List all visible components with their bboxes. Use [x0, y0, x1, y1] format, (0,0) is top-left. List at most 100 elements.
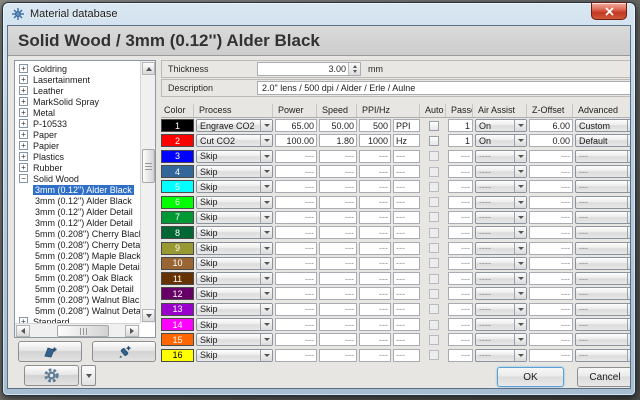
advanced-select[interactable]: ---: [575, 211, 631, 224]
air-assist-select[interactable]: ----: [475, 272, 527, 285]
process-select[interactable]: Skip: [196, 318, 273, 331]
add-pen-button[interactable]: [92, 341, 156, 362]
tree-item[interactable]: +Metal: [15, 107, 140, 118]
settings-button[interactable]: [24, 365, 79, 386]
advanced-select[interactable]: ---: [575, 165, 631, 178]
expand-toggle-icon[interactable]: +: [19, 75, 28, 84]
air-assist-select[interactable]: ----: [475, 196, 527, 209]
process-select[interactable]: Skip: [196, 211, 273, 224]
advanced-select[interactable]: ---: [575, 257, 631, 270]
process-select[interactable]: Cut CO2: [196, 134, 273, 147]
scroll-right-icon[interactable]: [125, 325, 139, 337]
process-select[interactable]: Skip: [196, 349, 273, 362]
process-select[interactable]: Skip: [196, 287, 273, 300]
tree-item[interactable]: +P-10533: [15, 118, 140, 129]
power-value[interactable]: 100.00: [275, 134, 317, 147]
scroll-down-icon[interactable]: [142, 309, 155, 322]
air-assist-select[interactable]: ----: [475, 226, 527, 239]
advanced-select[interactable]: ---: [575, 226, 631, 239]
add-material-button[interactable]: [18, 341, 82, 362]
tree-item[interactable]: +Standard: [15, 316, 140, 323]
process-select[interactable]: Skip: [196, 272, 273, 285]
advanced-select[interactable]: Custom: [575, 119, 631, 132]
close-button[interactable]: [591, 2, 627, 20]
power-value[interactable]: 65.00: [275, 119, 317, 132]
expand-toggle-icon[interactable]: +: [19, 130, 28, 139]
ok-button[interactable]: OK: [497, 367, 564, 387]
tree-item[interactable]: 5mm (0.208") Walnut Black: [15, 294, 140, 305]
expand-toggle-icon[interactable]: +: [19, 163, 28, 172]
process-select[interactable]: Skip: [196, 226, 273, 239]
tree-item[interactable]: 5mm (0.208") Cherry Black: [15, 228, 140, 239]
process-select[interactable]: Skip: [196, 242, 273, 255]
tree-item[interactable]: 5mm (0.208") Oak Detail: [15, 283, 140, 294]
speed-value[interactable]: 1.80: [319, 134, 357, 147]
tree-vertical-scrollbar[interactable]: [140, 61, 155, 323]
tree-item[interactable]: 5mm (0.208") Oak Black: [15, 272, 140, 283]
advanced-select[interactable]: Default: [575, 134, 631, 147]
tree-item[interactable]: 5mm (0.208") Walnut Detai: [15, 305, 140, 316]
auto-checkbox[interactable]: [429, 121, 439, 131]
speed-value[interactable]: 50.00: [319, 119, 357, 132]
thickness-value[interactable]: 3.00: [258, 64, 348, 74]
air-assist-select[interactable]: On: [475, 134, 527, 147]
thickness-stepper[interactable]: 3.00: [257, 62, 361, 76]
tree-horizontal-scrollbar[interactable]: [15, 323, 140, 337]
ppi-hz-value[interactable]: 1000: [359, 134, 391, 147]
tree-item[interactable]: 5mm (0.208") Maple Black: [15, 250, 140, 261]
ppi-hz-value[interactable]: 500: [359, 119, 391, 132]
advanced-select[interactable]: ---: [575, 303, 631, 316]
advanced-select[interactable]: ---: [575, 287, 631, 300]
advanced-select[interactable]: ---: [575, 242, 631, 255]
settings-dropdown-button[interactable]: [81, 365, 96, 386]
process-select[interactable]: Skip: [196, 303, 273, 316]
z-offset-value[interactable]: 6.00: [529, 119, 573, 132]
process-select[interactable]: Skip: [196, 180, 273, 193]
tree-item[interactable]: −Solid Wood: [15, 173, 140, 184]
description-input[interactable]: 2.0" lens / 500 dpi / Alder / Erle / Aul…: [257, 81, 631, 95]
tree-item[interactable]: 5mm (0.208") Maple Detail: [15, 261, 140, 272]
air-assist-select[interactable]: ----: [475, 333, 527, 346]
expand-toggle-icon[interactable]: +: [19, 86, 28, 95]
auto-checkbox[interactable]: [429, 136, 439, 146]
passes-value[interactable]: 1: [448, 134, 473, 147]
process-select[interactable]: Skip: [196, 196, 273, 209]
tree-item[interactable]: 3mm (0.12") Alder Detail: [15, 217, 140, 228]
expand-toggle-icon[interactable]: +: [19, 64, 28, 73]
advanced-select[interactable]: ---: [575, 349, 631, 362]
tree-item[interactable]: 3mm (0.12") Alder Black: [15, 195, 140, 206]
advanced-select[interactable]: ---: [575, 150, 631, 163]
tree-item[interactable]: +Goldring: [15, 63, 140, 74]
passes-value[interactable]: 1: [448, 119, 473, 132]
tree-item[interactable]: +Paper: [15, 129, 140, 140]
air-assist-select[interactable]: ----: [475, 318, 527, 331]
air-assist-select[interactable]: ----: [475, 150, 527, 163]
tree-item[interactable]: 3mm (0.12") Alder Black: [15, 184, 140, 195]
collapse-toggle-icon[interactable]: −: [19, 174, 28, 183]
tree-item[interactable]: +Lasertainment: [15, 74, 140, 85]
expand-toggle-icon[interactable]: +: [19, 108, 28, 117]
advanced-select[interactable]: ---: [575, 318, 631, 331]
horizontal-scroll-thumb[interactable]: [57, 325, 109, 337]
air-assist-select[interactable]: ----: [475, 242, 527, 255]
expand-toggle-icon[interactable]: +: [19, 119, 28, 128]
scroll-left-icon[interactable]: [16, 325, 30, 337]
scroll-up-icon[interactable]: [142, 62, 155, 75]
advanced-select[interactable]: ---: [575, 180, 631, 193]
air-assist-select[interactable]: ----: [475, 180, 527, 193]
process-select[interactable]: Skip: [196, 257, 273, 270]
advanced-select[interactable]: ---: [575, 272, 631, 285]
cancel-button[interactable]: Cancel: [577, 367, 631, 387]
spinner-arrows-icon[interactable]: [348, 63, 360, 75]
tree-item[interactable]: +Plastics: [15, 151, 140, 162]
process-select[interactable]: Skip: [196, 150, 273, 163]
air-assist-select[interactable]: ----: [475, 165, 527, 178]
process-select[interactable]: Engrave CO2: [196, 119, 273, 132]
advanced-select[interactable]: ---: [575, 196, 631, 209]
air-assist-select[interactable]: ----: [475, 287, 527, 300]
air-assist-select[interactable]: On: [475, 119, 527, 132]
air-assist-select[interactable]: ----: [475, 349, 527, 362]
tree-item[interactable]: +Rubber: [15, 162, 140, 173]
process-select[interactable]: Skip: [196, 333, 273, 346]
expand-toggle-icon[interactable]: +: [19, 152, 28, 161]
